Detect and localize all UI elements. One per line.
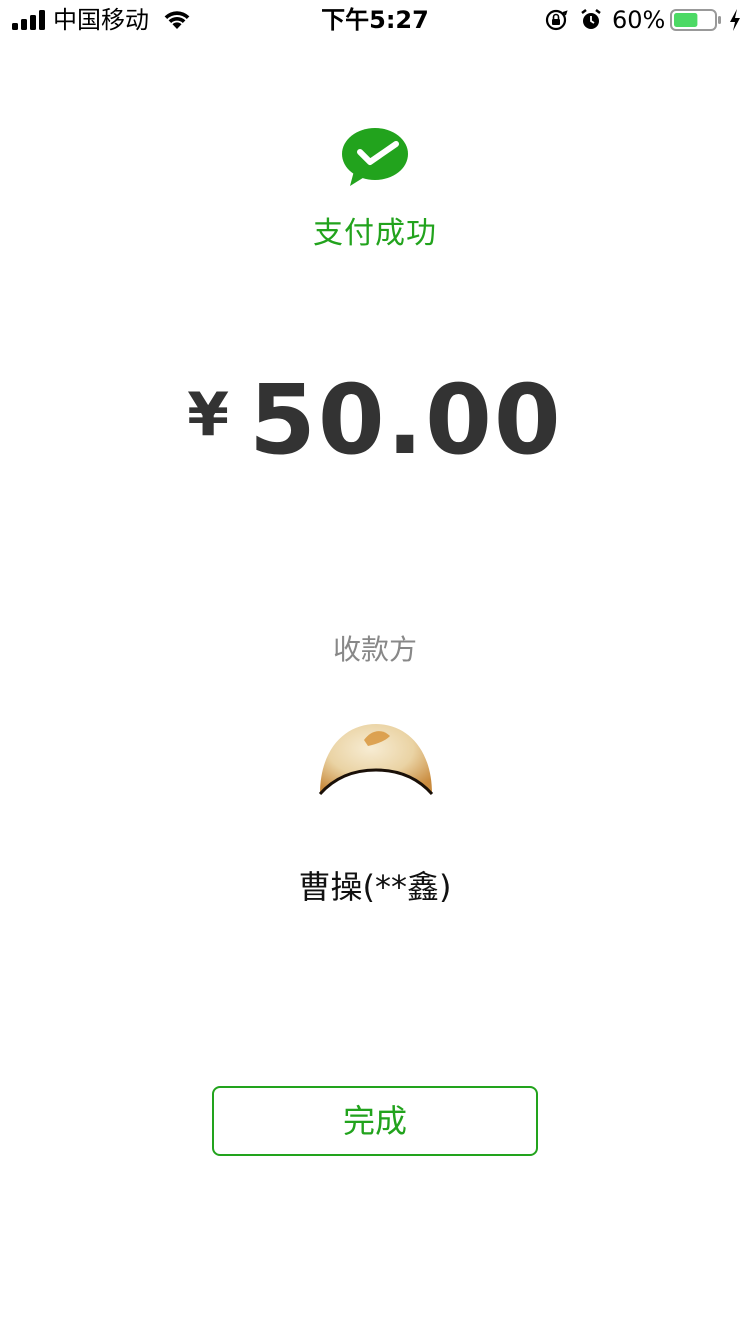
battery-icon — [670, 9, 721, 31]
payee-label: 收款方 — [332, 633, 417, 666]
payee-name: 曹操(**鑫) — [298, 868, 452, 906]
battery-percent: 60% — [612, 6, 666, 34]
success-title: 支付成功 — [313, 216, 437, 251]
orientation-lock-icon — [545, 9, 568, 31]
status-bar: 中国移动 下午5:27 60% — [0, 0, 750, 40]
alarm-icon — [581, 9, 601, 29]
wechat-pay-icon — [342, 128, 408, 186]
payment-amount: 50.00 — [249, 364, 563, 476]
avatar — [318, 724, 434, 795]
amount-display: ¥ 50.00 — [0, 364, 750, 476]
done-button[interactable]: 完成 — [212, 1086, 538, 1156]
charging-icon — [730, 9, 740, 31]
currency-symbol: ¥ — [187, 380, 230, 450]
